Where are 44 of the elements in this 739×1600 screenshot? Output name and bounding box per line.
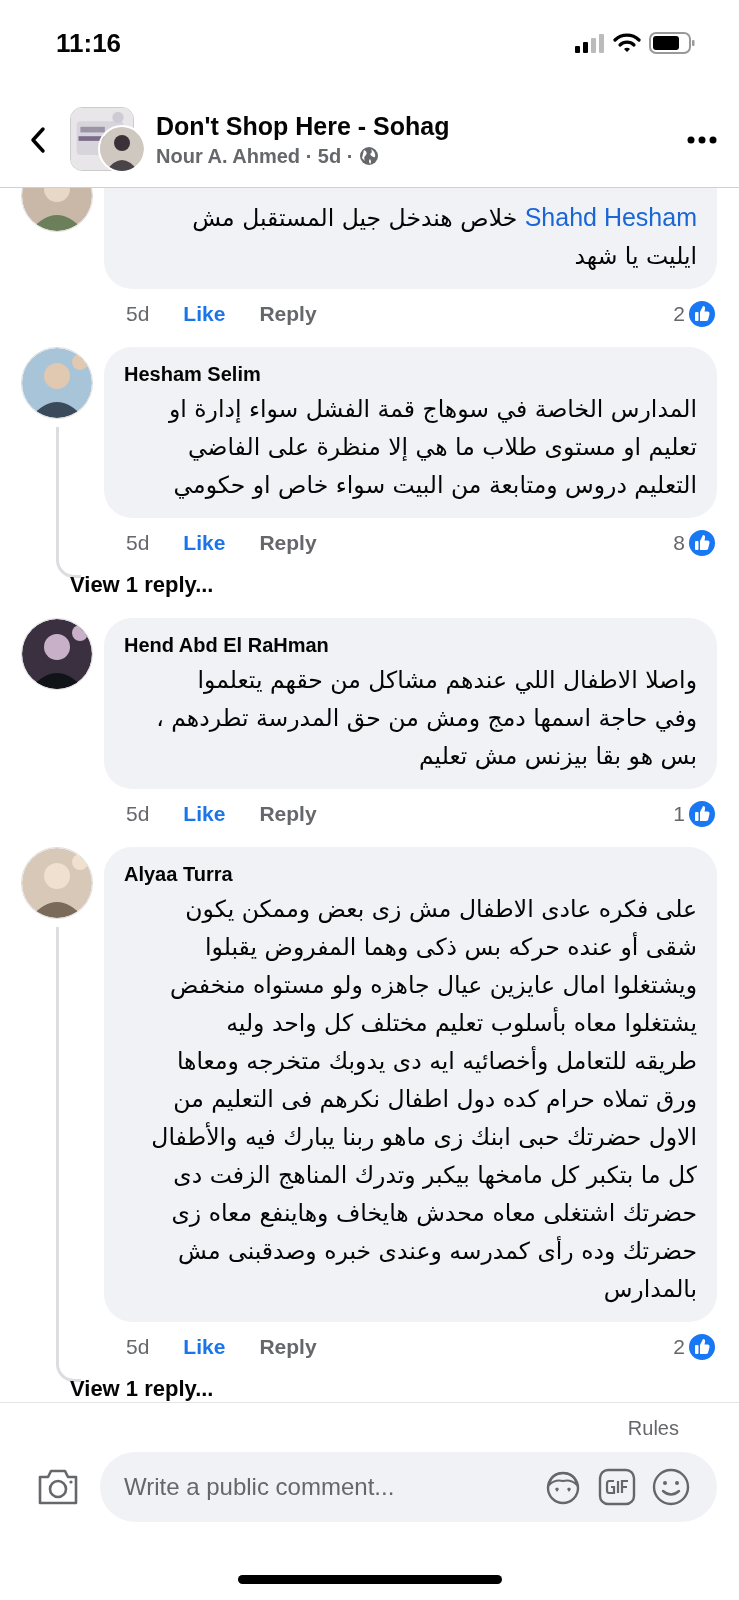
comment-field[interactable]: Write a public comment... (100, 1452, 717, 1522)
globe-icon (359, 146, 380, 166)
like-link[interactable]: Like (183, 1335, 226, 1359)
like-reaction-icon (687, 1332, 717, 1362)
group-title[interactable]: Don't Shop Here - Sohag (156, 111, 677, 141)
view-replies-link[interactable]: View 1 reply... (70, 1368, 214, 1402)
reaction-count: 2 (673, 302, 685, 326)
mention-link[interactable]: Shahd Hesham (524, 203, 697, 231)
view-replies-link[interactable]: View 1 reply... (70, 564, 214, 606)
reply-link[interactable]: Reply (259, 1335, 317, 1359)
comment-text: المدارس الخاصة في سوهاج قمة الفشل سواء إدارة او تعليم او مستوى طلاب ما هي إلا منظرة على الفاضي التعليم دروس ومتابعة من البيت سواء خاص او حكومي (167, 394, 697, 501)
reaction-count: 2 (673, 1335, 685, 1359)
like-reaction-icon (687, 299, 717, 329)
signal-icon (575, 33, 605, 53)
back-icon[interactable] (30, 125, 46, 154)
comment-age: 5d (126, 302, 150, 326)
battery-icon (649, 32, 695, 54)
gif-icon[interactable] (597, 1467, 637, 1507)
reaction-count: 1 (673, 802, 685, 826)
reaction-count: 8 (673, 531, 685, 555)
author-name[interactable]: Alyaa Turra (124, 863, 697, 886)
comment-age: 5d (126, 1335, 150, 1359)
wifi-icon (613, 33, 641, 53)
reply-link[interactable]: Reply (259, 531, 317, 555)
comment-input[interactable]: Write a public comment... (122, 1472, 529, 1502)
like-link[interactable]: Like (183, 802, 226, 826)
camera-icon[interactable] (36, 1467, 80, 1507)
reply-link[interactable]: Reply (259, 802, 317, 826)
emoji-icon[interactable] (651, 1467, 691, 1507)
like-link[interactable]: Like (183, 531, 226, 555)
comment-text: على فكره عادى الاطفال مش زى بعض وممكن يكون شقى أو عنده حركه بس ذكى وهما المفروض يقبلوا ويشتغلوا امال عايزين عيال جاهزه ولو مستواه منخفض يشتغلوا معاه بأسلوب تعليم مختلف كل واحد وليه طريقه للتعامل وأخصائيه ايه دى يدوبك متخرجه ومعاها ورق تملاه حرام كده دول اطفال نكرهم فى التعليم من الاول حضرتك حبى ابنك زى ماهو ربنا يبارك فيه والأطفال كل ما بتكبر كل مامخها بيكبر وتدرك المناهج الزفت دى حضرتك اشتغلى معاه محدش هايخاف وهاينفع معاه زى حضرتك وده رأى كمدرسه وعندى خبره وصدقبنى مش بالمدارس (150, 894, 697, 1305)
post-meta: Nour A. Ahmed · 5d · (156, 144, 354, 168)
comment-age: 5d (126, 802, 150, 826)
like-link[interactable]: Like (183, 302, 226, 326)
like-reaction-icon (687, 528, 717, 558)
comment-text: واصلا الاطفال اللي عندهم مشاكل من حقهم يتعلموا وفي حاجة اسمها دمج ومش من حق المدرسة تطردهم ، بس هو بقا بيزنس مش تعليم (155, 665, 697, 772)
reply-link[interactable]: Reply (259, 302, 317, 326)
comment-age: 5d (126, 531, 150, 555)
author-name[interactable]: Hesham Selim (124, 363, 697, 386)
rules-link[interactable]: Rules (627, 1417, 679, 1440)
clock: 11:16 (56, 27, 122, 59)
more-icon[interactable] (687, 135, 717, 144)
author-name[interactable]: Hend Abd El RaHman (124, 634, 697, 657)
like-reaction-icon (687, 799, 717, 829)
